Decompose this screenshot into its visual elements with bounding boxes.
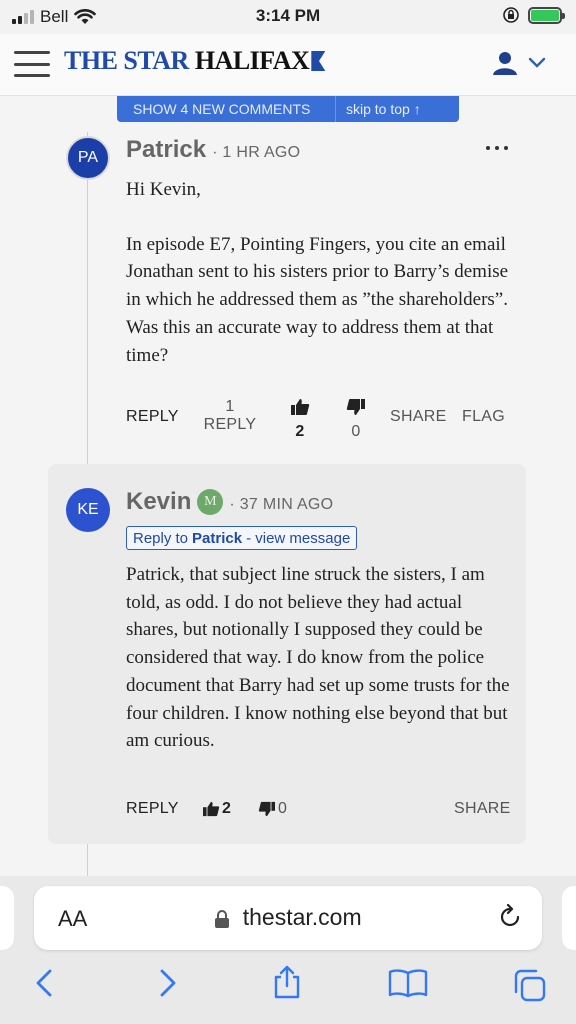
show-new-comments-button[interactable]: SHOW 4 NEW COMMENTS [117,101,335,117]
url-text: thestar.com [242,904,362,930]
site-logo[interactable]: THE STAR HALIFAX [64,46,326,76]
forward-icon[interactable] [158,968,178,998]
comment-body: Hi Kevin, In episode E7, Pointing Finger… [126,179,509,366]
thumbs-down-icon [346,399,365,415]
chevron-down-icon [528,57,546,68]
thumbs-up-icon [203,801,220,817]
reply-button[interactable]: REPLY [126,800,179,818]
comment-time: · 1 HR AGO [212,144,301,161]
thumbs-down-icon [258,801,275,817]
thumbs-up-icon [291,399,310,415]
comment-author[interactable]: Patrick [126,136,206,164]
more-icon[interactable] [486,146,508,150]
like-button[interactable]: 2 [202,800,231,818]
skip-to-top-button[interactable]: skip to top ↑ [336,101,421,117]
next-tab-card[interactable] [562,886,576,950]
user-icon [493,52,517,75]
comment-body: Patrick, that subject line struck the si… [126,564,510,752]
reload-icon[interactable] [498,904,522,930]
padlock-icon [215,909,230,928]
lock-rotation-icon [503,7,519,23]
logo-flag-icon [311,51,326,71]
battery-icon [528,6,565,24]
reply-button[interactable]: REPLY [126,408,179,426]
moderator-badge: M [197,489,224,515]
share-icon[interactable] [272,964,302,1000]
comment-author[interactable]: Kevin [126,488,191,516]
dislike-button[interactable]: 0 [344,398,368,441]
new-comments-banner: SHOW 4 NEW COMMENTS skip to top ↑ [117,96,459,122]
site-header: THE STAR HALIFAX [0,34,576,96]
safari-bottom-toolbar [0,965,576,1008]
dislike-button[interactable]: 0 [258,800,287,818]
comment-actions: REPLY 2 0 SHARE [0,800,576,824]
share-button[interactable]: SHARE [390,408,447,426]
status-bar: Bell 3:14 PM [0,0,576,34]
flag-button[interactable]: FLAG [462,408,505,426]
bookmarks-icon[interactable] [388,968,428,998]
avatar[interactable]: PA [66,136,110,180]
clock: 3:14 PM [255,6,321,25]
avatar[interactable]: KE [66,488,110,532]
address-bar[interactable]: AA thestar.com [34,886,542,950]
reply-to-link[interactable]: Reply to Patrick - view message [126,526,358,550]
share-button[interactable]: SHARE [454,800,511,818]
back-icon[interactable] [34,968,54,998]
comment-header: Patrick · 1 HR AGO [126,136,300,164]
comment-actions: REPLY 1 REPLY 2 0 SHARE FLAG [0,398,576,442]
reply-count[interactable]: 1 REPLY [200,398,260,434]
like-button[interactable]: 2 [286,398,314,441]
comment-time: · 37 MIN AGO [229,496,334,513]
account-button[interactable] [492,50,546,76]
comment-header: Kevin M · 37 MIN AGO [126,488,333,519]
menu-icon[interactable] [14,51,50,77]
browser-toolbar: AA thestar.com [0,876,576,1024]
prev-tab-card[interactable] [0,886,14,950]
tabs-icon[interactable] [512,968,548,1002]
comments-section: SHOW 4 NEW COMMENTS skip to top ↑ PA Pat… [0,96,576,876]
